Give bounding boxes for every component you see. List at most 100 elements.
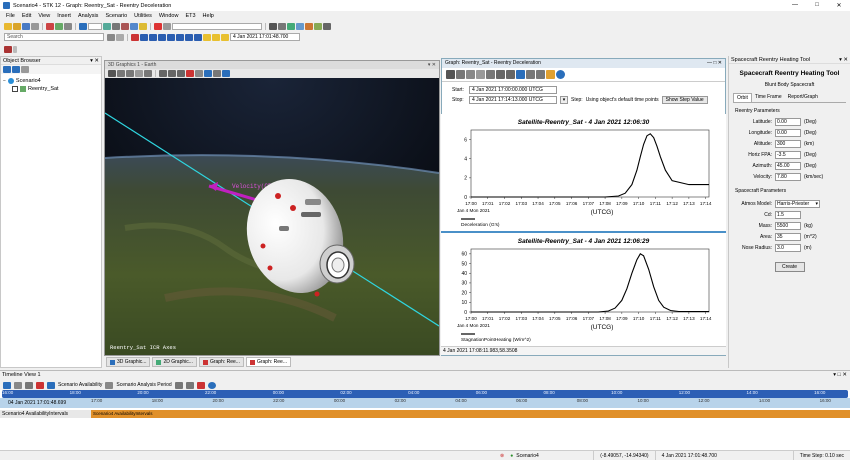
browser-view-icon[interactable] (12, 66, 20, 73)
tab-graph-1[interactable]: Graph: Ree... (198, 357, 244, 367)
scenario-availability-label[interactable]: Scenario Availability (58, 382, 102, 388)
tab-graph-2[interactable]: Graph: Ree... (245, 357, 291, 367)
zoom-icon[interactable] (135, 70, 143, 77)
print-icon[interactable] (31, 22, 39, 30)
tool-extra-icon[interactable] (4, 46, 12, 53)
measure-icon[interactable] (159, 70, 167, 77)
pane-pin-icon[interactable]: ▾ ✕ (90, 57, 101, 64)
tree-item-scenario[interactable]: − Scenario4 (3, 77, 99, 85)
save-icon[interactable] (22, 22, 30, 30)
timeline-scrollbar[interactable]: 16:00 18:00 20:00 22:00 00:00 02:00 04:00 06:00… (2, 390, 848, 398)
dropdown-icon[interactable] (13, 46, 17, 53)
timeline-zoom-icon[interactable] (3, 381, 11, 389)
tool-select[interactable] (172, 22, 262, 30)
minimize-button[interactable]: — (784, 2, 806, 9)
menu-scenario[interactable]: Scenario (105, 13, 127, 19)
paste-icon[interactable] (64, 22, 72, 30)
view-icon[interactable] (269, 22, 277, 30)
graph-save-icon[interactable] (456, 70, 465, 79)
filter-icon[interactable] (116, 33, 124, 41)
spacecraft-value-field[interactable]: 3.0 (775, 243, 801, 252)
settings-icon[interactable] (323, 22, 331, 30)
menu-window[interactable]: Window (159, 13, 179, 19)
graph-print-icon[interactable] (446, 70, 455, 79)
reentry-value-field[interactable]: 45.00 (775, 161, 801, 170)
x-real-time-icon[interactable] (221, 33, 229, 41)
reentry-value-field[interactable]: -3.5 (775, 150, 801, 159)
heating-plot[interactable]: Satellite-Reentry_Sat - 4 Jan 2021 12:06… (441, 233, 726, 346)
tab-2d-graphics[interactable]: 2D Graphic... (152, 357, 197, 367)
search-icon[interactable] (107, 33, 115, 41)
play-icon[interactable] (167, 33, 175, 41)
menu-file[interactable]: File (6, 13, 15, 19)
graph-export-icon[interactable] (526, 70, 535, 79)
report-icon[interactable] (121, 22, 129, 30)
spacecraft-value-field[interactable]: 35 (775, 232, 801, 241)
reentry-value-field[interactable]: 7.80 (775, 172, 801, 181)
help-icon[interactable] (556, 70, 565, 79)
graphics-3d-window[interactable]: 3D Graphics 1 - Earth ▾ ✕ Velocity(CBF) … (104, 60, 440, 356)
timeline-pan-icon[interactable] (25, 381, 33, 389)
scenario-analysis-label[interactable]: Scenario Analysis Period (116, 382, 171, 388)
tab-orbit[interactable]: Orbit (733, 93, 752, 102)
availability-interval-bar[interactable]: Scenario4 AvailabilityIntervals (91, 410, 850, 418)
draw-icon[interactable] (186, 70, 194, 77)
graph-icon[interactable] (130, 22, 138, 30)
globe-icon[interactable] (79, 22, 87, 30)
new-icon[interactable] (4, 22, 12, 30)
slower-icon[interactable] (194, 33, 202, 41)
layers-icon[interactable] (222, 70, 230, 77)
snapshot-icon[interactable] (195, 70, 203, 77)
show-step-value-button[interactable]: Show Step Value (661, 95, 708, 104)
timeline-export-icon[interactable] (185, 381, 194, 389)
reentry-value-field[interactable]: 300 (775, 139, 801, 148)
graph-zoom-icon[interactable] (476, 70, 485, 79)
tab-report-graph[interactable]: Report/Graph (785, 93, 821, 102)
spacecraft-value-field[interactable]: 1.5 (775, 210, 801, 219)
atmos-model-select[interactable]: Harris-Priester ▾ (775, 199, 820, 208)
timeline-options-icon[interactable] (174, 381, 183, 389)
close-button[interactable]: ✕ (828, 2, 850, 9)
tool-pane-pin-icon[interactable]: ▾ ✕ (839, 56, 850, 63)
satellite-icon[interactable] (103, 22, 111, 30)
copy-icon[interactable] (55, 22, 63, 30)
scene-view[interactable]: Velocity(CBF) Reentry_Sat ICR Axes (105, 78, 439, 355)
sensor-icon[interactable] (305, 22, 313, 30)
tree-item-satellite[interactable]: Reentry_Sat (3, 85, 99, 93)
step-forward-icon[interactable] (176, 33, 184, 41)
menu-view[interactable]: View (38, 13, 50, 19)
properties-icon[interactable] (112, 22, 120, 30)
graph-refresh-icon[interactable] (516, 70, 525, 79)
menu-utilities[interactable]: Utilities (134, 13, 152, 19)
graph-lock-icon[interactable] (546, 70, 555, 79)
current-time-field[interactable]: 4 Jan 2021 17:01:48.700 (230, 33, 300, 41)
properties-3d-icon[interactable] (213, 70, 221, 77)
graph-copy-icon[interactable] (466, 70, 475, 79)
view-from-icon[interactable] (117, 70, 125, 77)
camera-icon[interactable] (278, 22, 286, 30)
home-view-icon[interactable] (108, 70, 116, 77)
tool-icon[interactable] (163, 22, 171, 30)
annotate-icon[interactable] (177, 70, 185, 77)
graph-style-icon[interactable] (506, 70, 515, 79)
menu-edit[interactable]: Edit (22, 13, 31, 19)
search-input[interactable]: Search (4, 33, 104, 41)
step-back-icon[interactable] (140, 33, 148, 41)
globe-settings-icon[interactable] (204, 70, 212, 77)
spacecraft-value-field[interactable]: 5500 (775, 221, 801, 230)
menu-analysis[interactable]: Analysis (78, 13, 98, 19)
graph-window-controls[interactable]: — □ ✕ (707, 59, 725, 68)
menu-et3[interactable]: ET3 (185, 13, 195, 19)
window-controls[interactable]: ▾ ✕ (428, 61, 439, 69)
timeline-remove-icon[interactable] (196, 381, 205, 389)
reentry-value-field[interactable]: 0.00 (775, 128, 801, 137)
access-icon[interactable] (139, 22, 147, 30)
graph-data-icon[interactable] (536, 70, 545, 79)
browser-options-icon[interactable] (21, 66, 29, 73)
browser-new-icon[interactable] (3, 66, 11, 73)
reentry-value-field[interactable]: 0.00 (775, 117, 801, 126)
terrain-icon[interactable] (314, 22, 322, 30)
reset-icon[interactable] (131, 33, 139, 41)
pick-icon[interactable] (168, 70, 176, 77)
graph-options-icon[interactable] (496, 70, 505, 79)
